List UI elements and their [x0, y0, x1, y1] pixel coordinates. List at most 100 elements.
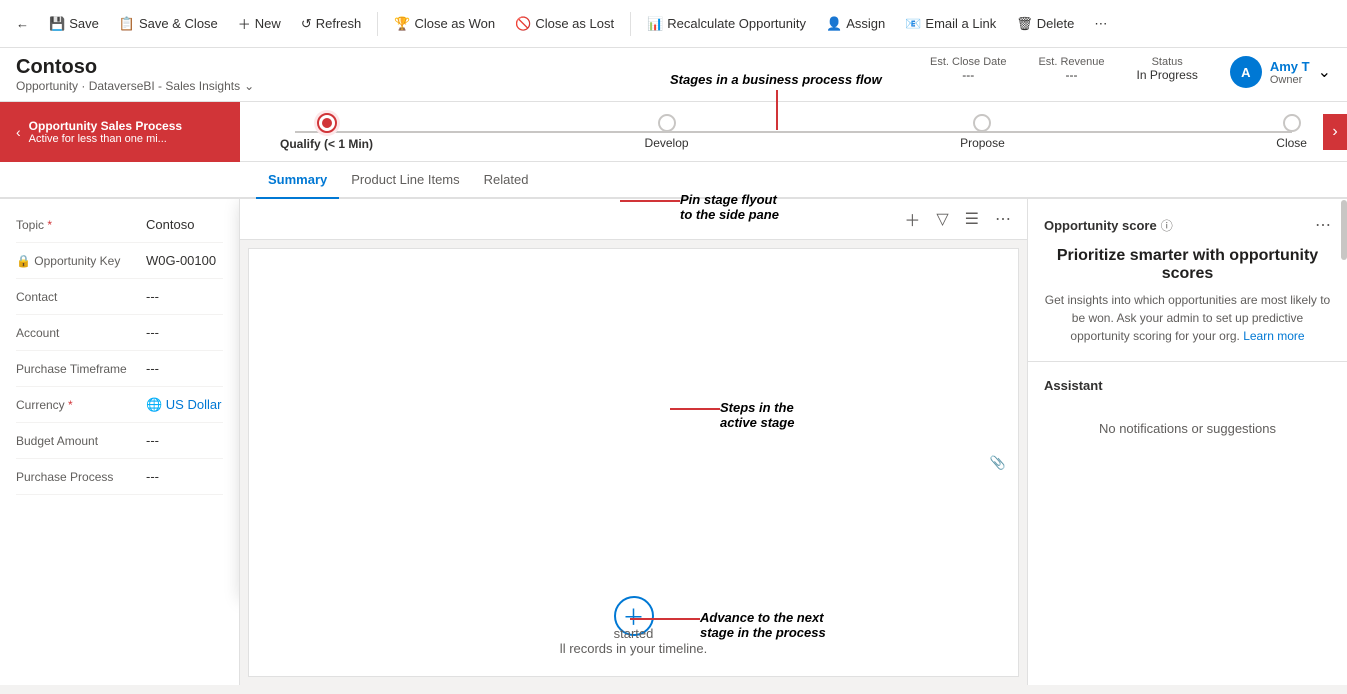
record-info: Contoso Opportunity · DataverseBI - Sale… — [16, 56, 254, 93]
more-options-button[interactable]: ⋯ — [991, 205, 1015, 233]
form-label-budget: Budget Amount — [16, 434, 146, 448]
stage-nav-right-button[interactable]: › — [1323, 114, 1347, 150]
save-close-icon: 📋 — [119, 16, 135, 32]
email-icon: 📧 — [905, 16, 921, 32]
record-header: Contoso Opportunity · DataverseBI - Sale… — [0, 48, 1347, 102]
attach-icon: 📎 — [990, 455, 1006, 471]
stage-nav-left-button[interactable]: ‹ — [16, 124, 21, 140]
stage-circle-develop — [658, 114, 676, 132]
refresh-icon: ↺ — [301, 16, 312, 32]
breadcrumb-dropdown-icon[interactable]: ⌄ — [244, 79, 254, 93]
content-area: Topic * Contoso 🔒 Opportunity Key W0G-00… — [0, 199, 1347, 685]
left-panel: Topic * Contoso 🔒 Opportunity Key W0G-00… — [0, 199, 240, 685]
stage-develop[interactable]: Develop — [645, 114, 689, 150]
form-value-topic: Contoso — [146, 217, 194, 232]
form-label-purchase-process: Purchase Process — [16, 470, 146, 484]
add-activity-button[interactable]: ＋ — [900, 203, 924, 235]
new-icon: ＋ — [238, 14, 251, 33]
form-value-currency[interactable]: 🌐 US Dollar — [146, 397, 221, 413]
active-stage-banner[interactable]: ‹ Opportunity Sales Process Active for l… — [0, 102, 240, 162]
form-area: Topic * Contoso 🔒 Opportunity Key W0G-00… — [0, 199, 239, 685]
tab-related[interactable]: Related — [472, 162, 541, 199]
stage-label-propose: Propose — [960, 136, 1005, 150]
form-row-currency: Currency * 🌐 US Dollar — [16, 387, 223, 423]
form-row-topic: Topic * Contoso — [16, 207, 223, 243]
form-value-budget: --- — [146, 433, 159, 448]
separator2 — [630, 12, 631, 36]
scrollbar-thumb[interactable] — [1341, 200, 1347, 260]
assistant-section: Assistant No notifications or suggestion… — [1028, 362, 1347, 468]
new-button[interactable]: ＋ New — [230, 8, 289, 39]
form-row-opp-key: 🔒 Opportunity Key W0G-00100 — [16, 243, 223, 279]
right-panel: Opportunity score ⓘ ⋯ Prioritize smarter… — [1027, 199, 1347, 685]
middle-panel: ＋ ▽ ☰ ⋯ 📎 ＋ started ll records in your t… — [240, 199, 1027, 685]
close-lost-button[interactable]: 🚫 Close as Lost — [507, 10, 622, 38]
stage-qualify[interactable]: Qualify (< 1 Min) — [280, 113, 373, 151]
avatar: A — [1230, 56, 1262, 88]
save-icon: 💾 — [49, 16, 65, 32]
back-icon: ← — [16, 16, 29, 31]
panel-toolbar: ＋ ▽ ☰ ⋯ — [240, 199, 1027, 240]
est-close-date-field: Est. Close Date --- — [930, 56, 1006, 82]
status-field: Status In Progress — [1137, 56, 1198, 82]
form-value-purchase-timeframe: --- — [146, 361, 159, 376]
save-button[interactable]: 💾 Save — [41, 10, 107, 38]
stage-circle-qualify — [317, 113, 337, 133]
owner-dropdown-button[interactable]: ⌄ — [1318, 62, 1331, 82]
stage-label-develop: Develop — [645, 136, 689, 150]
more-button[interactable]: ⋯ — [1086, 10, 1115, 38]
stage-label-close: Close — [1276, 136, 1307, 150]
form-row-contact: Contact --- — [16, 279, 223, 315]
stage-circle-propose — [973, 114, 991, 132]
view-toggle-button[interactable]: ☰ — [961, 205, 983, 233]
score-promo-text: Get insights into which opportunities ar… — [1044, 291, 1331, 345]
stage-propose[interactable]: Propose — [960, 114, 1005, 150]
form-label-contact: Contact — [16, 290, 146, 304]
score-header: Opportunity score ⓘ ⋯ — [1044, 215, 1331, 235]
delete-icon: 🗑 — [1016, 16, 1033, 32]
info-icon: ⓘ — [1161, 217, 1173, 234]
timeline-empty-text: started ll records in your timeline. — [560, 626, 707, 656]
recalculate-button[interactable]: 📊 Recalculate Opportunity — [639, 10, 814, 38]
email-link-button[interactable]: 📧 Email a Link — [897, 10, 1004, 38]
assign-button[interactable]: 👤 Assign — [818, 10, 893, 38]
delete-button[interactable]: 🗑 Delete — [1008, 10, 1082, 38]
refresh-button[interactable]: ↺ Refresh — [293, 10, 369, 38]
form-row-purchase-process: Purchase Process --- — [16, 459, 223, 495]
stage-close[interactable]: Close — [1276, 114, 1307, 150]
process-flow-area: ‹ Opportunity Sales Process Active for l… — [0, 102, 1347, 162]
stage-label-qualify: Qualify (< 1 Min) — [280, 137, 373, 151]
form-row-budget: Budget Amount --- — [16, 423, 223, 459]
close-lost-icon: 🚫 — [515, 16, 531, 32]
recalculate-icon: 📊 — [647, 16, 663, 32]
form-label-currency: Currency * — [16, 398, 146, 412]
save-close-button[interactable]: 📋 Save & Close — [111, 10, 226, 38]
process-stages: Qualify (< 1 Min) Develop Propose Close — [280, 113, 1307, 151]
form-value-contact: --- — [146, 289, 159, 304]
form-label-topic: Topic * — [16, 218, 146, 232]
score-more-button[interactable]: ⋯ — [1315, 215, 1331, 235]
record-title: Contoso — [16, 56, 254, 79]
banner-text: Opportunity Sales Process Active for les… — [29, 119, 182, 145]
back-button[interactable]: ← — [8, 10, 37, 37]
form-label-opp-key: 🔒 Opportunity Key — [16, 254, 146, 268]
owner-area: A Amy T Owner ⌄ — [1230, 56, 1331, 88]
timeline-area: 📎 ＋ started ll records in your timeline. — [248, 248, 1019, 677]
form-value-account: --- — [146, 325, 159, 340]
close-won-icon: 🏆 — [394, 16, 410, 32]
tab-summary[interactable]: Summary — [256, 162, 339, 199]
filter-button[interactable]: ▽ — [932, 205, 952, 233]
close-won-button[interactable]: 🏆 Close as Won — [386, 10, 503, 38]
form-value-opp-key: W0G-00100 — [146, 253, 216, 268]
record-meta: Est. Close Date --- Est. Revenue --- Sta… — [930, 56, 1331, 88]
opportunity-score-section: Opportunity score ⓘ ⋯ Prioritize smarter… — [1028, 199, 1347, 362]
tab-product-line-items[interactable]: Product Line Items — [339, 162, 471, 199]
form-row-account: Account --- — [16, 315, 223, 351]
separator — [377, 12, 378, 36]
breadcrumb: Opportunity · DataverseBI - Sales Insigh… — [16, 79, 254, 93]
toolbar: ← 💾 Save 📋 Save & Close ＋ New ↺ Refresh … — [0, 0, 1347, 48]
learn-more-link[interactable]: Learn more — [1243, 329, 1304, 343]
process-bar: Qualify (< 1 Min) Develop Propose Close … — [240, 102, 1347, 162]
stage-circle-close — [1283, 114, 1301, 132]
assign-icon: 👤 — [826, 16, 842, 32]
